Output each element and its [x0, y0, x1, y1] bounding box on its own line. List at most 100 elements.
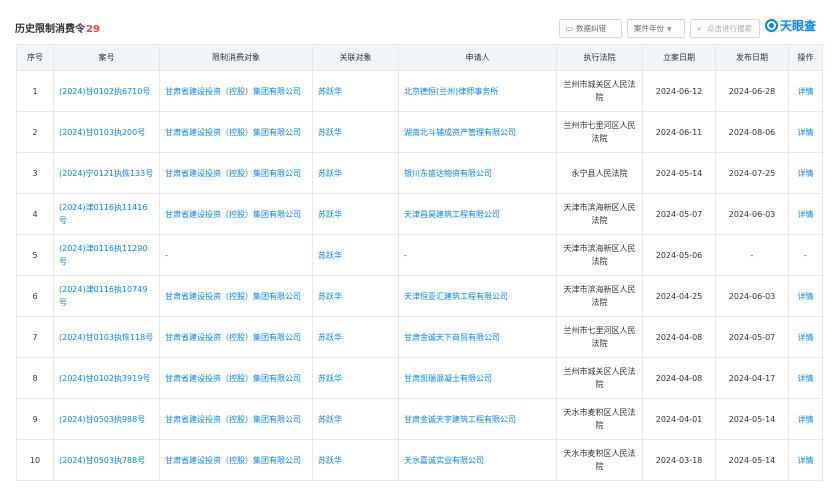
row-index: 6: [32, 291, 38, 301]
target-company-link-cell: 甘肃省建设投资（控股）集团有限公司: [159, 193, 313, 235]
applicant-link[interactable]: 甘肃凯瑞混凝土有限公司: [404, 374, 492, 383]
case-number-link[interactable]: (2024)津0116执11290号: [59, 244, 147, 266]
published-date-cell: 2024-06-03: [715, 193, 789, 235]
related-person-link[interactable]: 苏跃华: [318, 374, 342, 383]
detail-link: -: [804, 250, 807, 260]
target-company-link[interactable]: 甘肃省建设投资（控股）集团有限公司: [165, 292, 301, 301]
applicant-link-cell: 甘肃凯瑞混凝土有限公司: [398, 357, 557, 399]
table-row: 3 (2024)宁0121执恢133号 甘肃省建设投资（控股）集团有限公司 苏跃华 银川…: [16, 152, 823, 194]
col-court-header: 执行法院: [556, 44, 643, 71]
published-date-cell: 2024-08-06: [715, 111, 789, 153]
court-name-cell: 兰州市七里河区人民法院: [556, 316, 643, 358]
case-number-link[interactable]: (2024)甘0102执3919号: [59, 374, 150, 383]
related-person-link[interactable]: 苏跃华: [318, 292, 342, 301]
target-company-link[interactable]: 甘肃省建设投资（控股）集团有限公司: [165, 456, 301, 465]
detail-link[interactable]: 详情: [798, 333, 814, 342]
case-number-link[interactable]: (2024)甘0503执988号: [59, 415, 145, 424]
filed-date-cell: 2024-04-25: [642, 275, 716, 317]
applicant-link[interactable]: 天水嘉诚实业有限公司: [404, 456, 484, 465]
detail-link[interactable]: 详情: [798, 128, 814, 137]
detail-link-cell: 详情: [788, 152, 823, 194]
col-case-number-header: 案号: [53, 44, 160, 71]
court-name-cell: 天津市滨海新区人民法院: [556, 275, 643, 317]
table-row: 8 (2024)甘0102执3919号 甘肃省建设投资（控股）集团有限公司 苏跃华 甘肃…: [16, 357, 823, 399]
filed-date: 2024-04-25: [655, 291, 703, 301]
filed-date-cell: 2024-06-12: [642, 70, 716, 112]
detail-link[interactable]: 详情: [798, 87, 814, 96]
detail-link[interactable]: 详情: [798, 374, 814, 383]
table-row: 1 (2024)甘0102执6710号 甘肃省建设投资（控股）集团有限公司 苏跃华 北京…: [16, 70, 823, 112]
target-company-link[interactable]: 甘肃省建设投资（控股）集团有限公司: [165, 415, 301, 424]
related-person-link-cell: 苏跃华: [312, 152, 399, 194]
filed-date-cell: 2024-04-01: [642, 398, 716, 440]
col-published-date-header: 发布日期: [715, 44, 789, 71]
case-year-dropdown[interactable]: 案件年份 ▼: [627, 19, 685, 38]
applicant-link[interactable]: 银川东盛达物资有限公司: [404, 169, 492, 178]
detail-link[interactable]: 详情: [798, 456, 814, 465]
case-number-link[interactable]: (2024)宁0121执恢133号: [59, 169, 153, 178]
related-person-link-cell: 苏跃华: [312, 275, 399, 317]
target-company-link[interactable]: 甘肃省建设投资（控股）集团有限公司: [165, 333, 301, 342]
detail-link[interactable]: 详情: [798, 169, 814, 178]
target-company-link[interactable]: 甘肃省建设投资（控股）集团有限公司: [165, 169, 301, 178]
detail-link-cell: 详情: [788, 275, 823, 317]
detail-link-cell: 详情: [788, 111, 823, 153]
applicant-link[interactable]: 天津昌昊建筑工程有限公司: [404, 210, 500, 219]
search-icon: ⌕: [697, 24, 702, 33]
case-number-link[interactable]: (2024)甘0103执200号: [59, 128, 145, 137]
detail-link[interactable]: 详情: [798, 292, 814, 301]
applicant-link[interactable]: 甘肃金诚天下商贸有限公司: [404, 333, 500, 342]
table-row: 6 (2024)津0116执10749号 甘肃省建设投资（控股）集团有限公司 苏跃华 天…: [16, 275, 823, 317]
detail-link[interactable]: 详情: [798, 415, 814, 424]
applicant-link-cell: 北京德恒(兰州)律师事务所: [398, 70, 557, 112]
target-company-link[interactable]: 甘肃省建设投资（控股）集团有限公司: [165, 210, 301, 219]
row-index: 5: [32, 250, 38, 260]
related-person-link-cell: 苏跃华: [312, 398, 399, 440]
case-number-link[interactable]: (2024)甘0103执恢118号: [59, 333, 153, 342]
target-company-link[interactable]: 甘肃省建设投资（控股）集团有限公司: [165, 87, 301, 96]
related-person-link-cell: 苏跃华: [312, 316, 399, 358]
applicant-link-cell: 天津昌昊建筑工程有限公司: [398, 193, 557, 235]
applicant-link-cell: 湖南北斗辅成资产管理有限公司: [398, 111, 557, 153]
case-number-link[interactable]: (2024)津0116执10749号: [59, 285, 147, 307]
filed-date: 2024-05-07: [655, 209, 703, 219]
filed-date-cell: 2024-03-18: [642, 439, 716, 481]
published-date: 2024-05-14: [728, 455, 776, 465]
target-company-link-cell: 甘肃省建设投资（控股）集团有限公司: [159, 152, 313, 194]
published-date-cell: 2024-05-07: [715, 316, 789, 358]
case-number-link[interactable]: (2024)津0116执11416号: [59, 203, 147, 225]
search-input[interactable]: ⌕ 点击进行搜索: [690, 19, 760, 38]
related-person-link[interactable]: 苏跃华: [318, 128, 342, 137]
target-company-link[interactable]: 甘肃省建设投资（控股）集团有限公司: [165, 128, 301, 137]
related-person-link[interactable]: 苏跃华: [318, 415, 342, 424]
row-index: 2: [32, 127, 38, 137]
case-number-link-cell: (2024)津0116执11416号: [53, 193, 160, 235]
detail-link[interactable]: 详情: [798, 210, 814, 219]
related-person-link[interactable]: 苏跃华: [318, 251, 342, 260]
related-person-link-cell: 苏跃华: [312, 357, 399, 399]
related-person-link-cell: 苏跃华: [312, 439, 399, 481]
target-company-link[interactable]: 甘肃省建设投资（控股）集团有限公司: [165, 374, 301, 383]
applicant-link[interactable]: 天津恒亚汇建筑工程有限公司: [404, 292, 508, 301]
row-index-cell: 3: [16, 152, 54, 194]
detail-link-cell: 详情: [788, 193, 823, 235]
related-person-link[interactable]: 苏跃华: [318, 169, 342, 178]
table-row: 5 (2024)津0116执11290号 - 苏跃华 - 天津市滨海新区人民法院 2024-…: [16, 234, 823, 276]
row-index: 7: [32, 332, 38, 342]
applicant-link-cell: 天水嘉诚实业有限公司: [398, 439, 557, 481]
row-index: 9: [32, 414, 38, 424]
data-report-button[interactable]: ▭ 数据纠错: [559, 19, 622, 38]
case-number-link[interactable]: (2024)甘0102执6710号: [59, 87, 150, 96]
related-person-link[interactable]: 苏跃华: [318, 456, 342, 465]
related-person-link[interactable]: 苏跃华: [318, 210, 342, 219]
filed-date-cell: 2024-05-06: [642, 234, 716, 276]
applicant-link[interactable]: 北京德恒(兰州)律师事务所: [404, 87, 498, 96]
case-number-link[interactable]: (2024)甘0503执788号: [59, 456, 145, 465]
applicant-link[interactable]: 湖南北斗辅成资产管理有限公司: [404, 128, 516, 137]
applicant-link[interactable]: 甘肃金诚天宇建筑工程有限公司: [404, 415, 516, 424]
related-person-link[interactable]: 苏跃华: [318, 87, 342, 96]
chevron-down-icon: ▼: [667, 26, 672, 33]
case-number-link-cell: (2024)甘0102执3919号: [53, 357, 160, 399]
report-icon: ▭: [566, 24, 574, 33]
related-person-link[interactable]: 苏跃华: [318, 333, 342, 342]
